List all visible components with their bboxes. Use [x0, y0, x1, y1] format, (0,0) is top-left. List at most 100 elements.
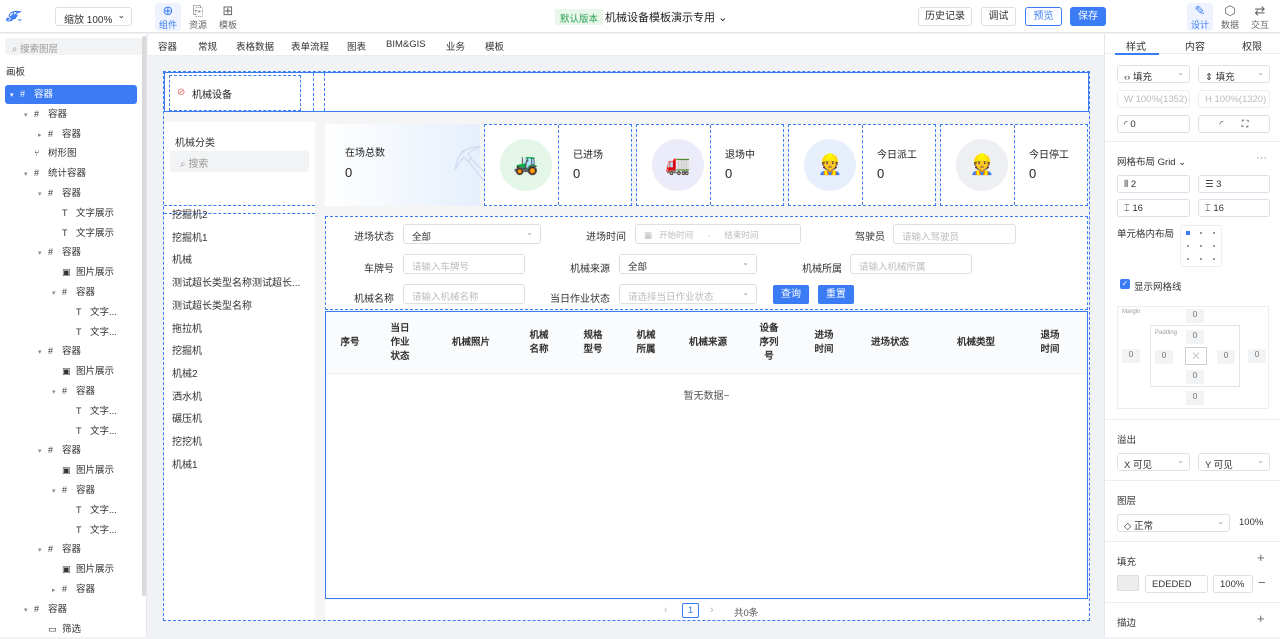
layer-item[interactable]: ▾ # 容器 — [5, 85, 137, 104]
query-button[interactable]: 查询 — [773, 285, 809, 304]
overflow-x-select[interactable]: X 可见 ⌄ — [1117, 453, 1190, 471]
layer-item[interactable]: ▾ # 容器 — [0, 184, 140, 203]
column-header[interactable]: 机械照片 — [436, 312, 506, 374]
layer-item[interactable]: ▸ # 容器 — [0, 125, 140, 144]
fill-color-swatch[interactable] — [1117, 575, 1139, 591]
layers-scrollbar[interactable] — [142, 36, 146, 596]
overflow-y-select[interactable]: Y 可见 ⌄ — [1198, 453, 1270, 471]
align-top-center[interactable] — [1200, 232, 1202, 234]
column-header[interactable]: 进场 时间 — [810, 312, 838, 374]
column-header[interactable]: 机械类型 — [946, 312, 1006, 374]
height-input[interactable]: H 100%(1320) — [1198, 90, 1270, 108]
expand-arrow-icon[interactable]: ▾ — [38, 185, 48, 204]
align-bottom-right[interactable] — [1213, 258, 1215, 260]
grid-layout-label[interactable]: 网格布局 Grid ⌄ — [1117, 154, 1186, 168]
fill-hex-input[interactable]: EDEDED — [1145, 575, 1208, 593]
radius-mode-toggle[interactable]: ◜ ⛶ — [1198, 115, 1270, 133]
name-input[interactable]: 请输入机械名称 — [403, 284, 525, 304]
blend-mode-select[interactable]: ◇ 正常 ⌄ — [1117, 514, 1230, 532]
source-select[interactable]: 全部 ⌄ — [619, 254, 757, 274]
category-panel[interactable]: 机械分类 ⌕ 搜索 挖掘机2 挖掘机1 机械 测试超长类型名称测试超长... 测试超长类… — [164, 122, 315, 620]
column-header[interactable]: 进场状态 — [856, 312, 924, 374]
padding-top[interactable]: 0 — [1186, 330, 1204, 344]
header-container[interactable]: ⊘ 机械设备 — [164, 72, 1089, 112]
column-header[interactable]: 机械来源 — [676, 312, 740, 374]
layer-item[interactable]: ▾ # 容器 — [0, 600, 140, 619]
layer-item[interactable]: ▣ 图片展示 — [0, 560, 140, 579]
category-item[interactable]: 挖挖机 — [172, 433, 202, 448]
layer-item[interactable]: ⑂ 树形图 — [0, 144, 140, 163]
tab-table-data[interactable]: 表格数据 — [236, 39, 274, 53]
prev-page-button[interactable]: ‹ — [664, 604, 668, 616]
data-tab[interactable]: ⬡ 数据 — [1217, 3, 1243, 31]
save-button[interactable]: 保存 — [1070, 7, 1106, 26]
expand-arrow-icon[interactable]: ▾ — [24, 106, 34, 125]
remove-fill-icon[interactable]: − — [1258, 575, 1266, 590]
category-search-input[interactable]: ⌕ 搜索 — [170, 151, 309, 172]
tab-content[interactable]: 内容 — [1185, 38, 1205, 53]
layer-item[interactable]: ▾ # 容器 — [0, 441, 140, 460]
column-header[interactable]: 退场 时间 — [1036, 312, 1064, 374]
resource-tab[interactable]: ⎘ 资源 — [185, 3, 211, 31]
more-icon[interactable]: ··· — [1256, 152, 1267, 164]
layer-item[interactable]: T 文字... — [0, 402, 140, 421]
layer-item[interactable]: ▣ 图片展示 — [0, 362, 140, 381]
layer-item[interactable]: ▾ # 容器 — [0, 342, 140, 361]
owner-input[interactable]: 请输入机械所属 — [850, 254, 972, 274]
layer-item[interactable]: ▾ # 容器 — [0, 382, 140, 401]
layer-item[interactable]: ▾ # 容器 — [0, 283, 140, 302]
add-fill-icon[interactable]: + — [1257, 550, 1265, 565]
tab-permission[interactable]: 权限 — [1242, 38, 1262, 53]
expand-arrow-icon[interactable]: ▾ — [38, 244, 48, 263]
expand-arrow-icon[interactable]: ▾ — [52, 482, 62, 501]
layer-item[interactable]: ▾ # 统计容器 — [0, 164, 140, 183]
layer-item[interactable]: T 文字... — [0, 422, 140, 441]
expand-arrow-icon[interactable]: ▾ — [24, 165, 34, 184]
expand-arrow-icon[interactable]: ▾ — [38, 343, 48, 362]
width-input[interactable]: W 100%(1352) — [1117, 90, 1190, 108]
layer-item[interactable]: T 文字... — [0, 501, 140, 520]
layer-item[interactable]: T 文字... — [0, 323, 140, 342]
expand-arrow-icon[interactable]: ▾ — [38, 541, 48, 560]
expand-arrow-icon[interactable]: ▸ — [52, 581, 62, 600]
preview-button[interactable]: 预览 — [1025, 7, 1062, 26]
tab-bim-gis[interactable]: BIM&GIS — [386, 39, 426, 50]
category-item[interactable]: 机械2 — [172, 365, 198, 380]
component-tab[interactable]: ⊕ 组件 — [155, 3, 181, 31]
layer-item[interactable]: T 文字... — [0, 521, 140, 540]
margin-left[interactable]: 0 — [1122, 349, 1140, 363]
category-item[interactable]: 机械 — [172, 251, 192, 266]
template-tab[interactable]: ⊞ 模板 — [215, 3, 241, 31]
tab-general[interactable]: 常规 — [198, 39, 217, 53]
margin-right[interactable]: 0 — [1248, 349, 1266, 363]
driver-input[interactable]: 请输入驾驶员 — [893, 224, 1016, 244]
height-mode-select[interactable]: ⇕ 填充 ⌄ — [1198, 65, 1270, 83]
layer-item[interactable]: ▾ # 容器 — [0, 105, 140, 124]
column-header[interactable]: 机械 所属 — [633, 312, 659, 374]
column-header[interactable]: 机械 名称 — [526, 312, 552, 374]
layer-item[interactable]: ▸ # 容器 — [0, 580, 140, 599]
align-middle-left[interactable] — [1187, 245, 1189, 247]
margin-top[interactable]: 0 — [1186, 309, 1204, 323]
padding-right[interactable]: 0 — [1217, 350, 1235, 364]
layer-opacity[interactable]: 100% — [1239, 517, 1263, 528]
fill-opacity-input[interactable]: 100% — [1213, 575, 1253, 593]
stat-card-exiting[interactable]: 🚛 退场中 0 — [636, 124, 784, 206]
expand-arrow-icon[interactable]: ▸ — [38, 126, 48, 145]
tab-style[interactable]: 样式 — [1126, 38, 1146, 53]
show-grid-checkbox[interactable]: ✓ — [1120, 279, 1130, 289]
debug-button[interactable]: 调试 — [981, 7, 1016, 26]
layer-item[interactable]: ▾ # 容器 — [0, 243, 140, 262]
column-header[interactable]: 序号 — [326, 312, 374, 374]
layer-item[interactable]: T 文字展示 — [0, 224, 140, 243]
layer-item[interactable]: ▾ # 容器 — [0, 481, 140, 500]
category-item[interactable]: 测试超长类型名称测试超长... — [172, 274, 300, 289]
grid-rows-input[interactable]: ⦀ 2 — [1117, 175, 1190, 193]
category-item[interactable]: 机械1 — [172, 456, 198, 471]
category-item[interactable]: 拖拉机 — [172, 320, 202, 335]
add-stroke-icon[interactable]: + — [1257, 611, 1265, 626]
layer-item[interactable]: ▣ 图片展示 — [0, 263, 140, 282]
gap-y-input[interactable]: ⌶ 16 — [1198, 199, 1270, 217]
align-bottom-center[interactable] — [1200, 258, 1202, 260]
interaction-tab[interactable]: ⇄ 交互 — [1247, 3, 1273, 31]
